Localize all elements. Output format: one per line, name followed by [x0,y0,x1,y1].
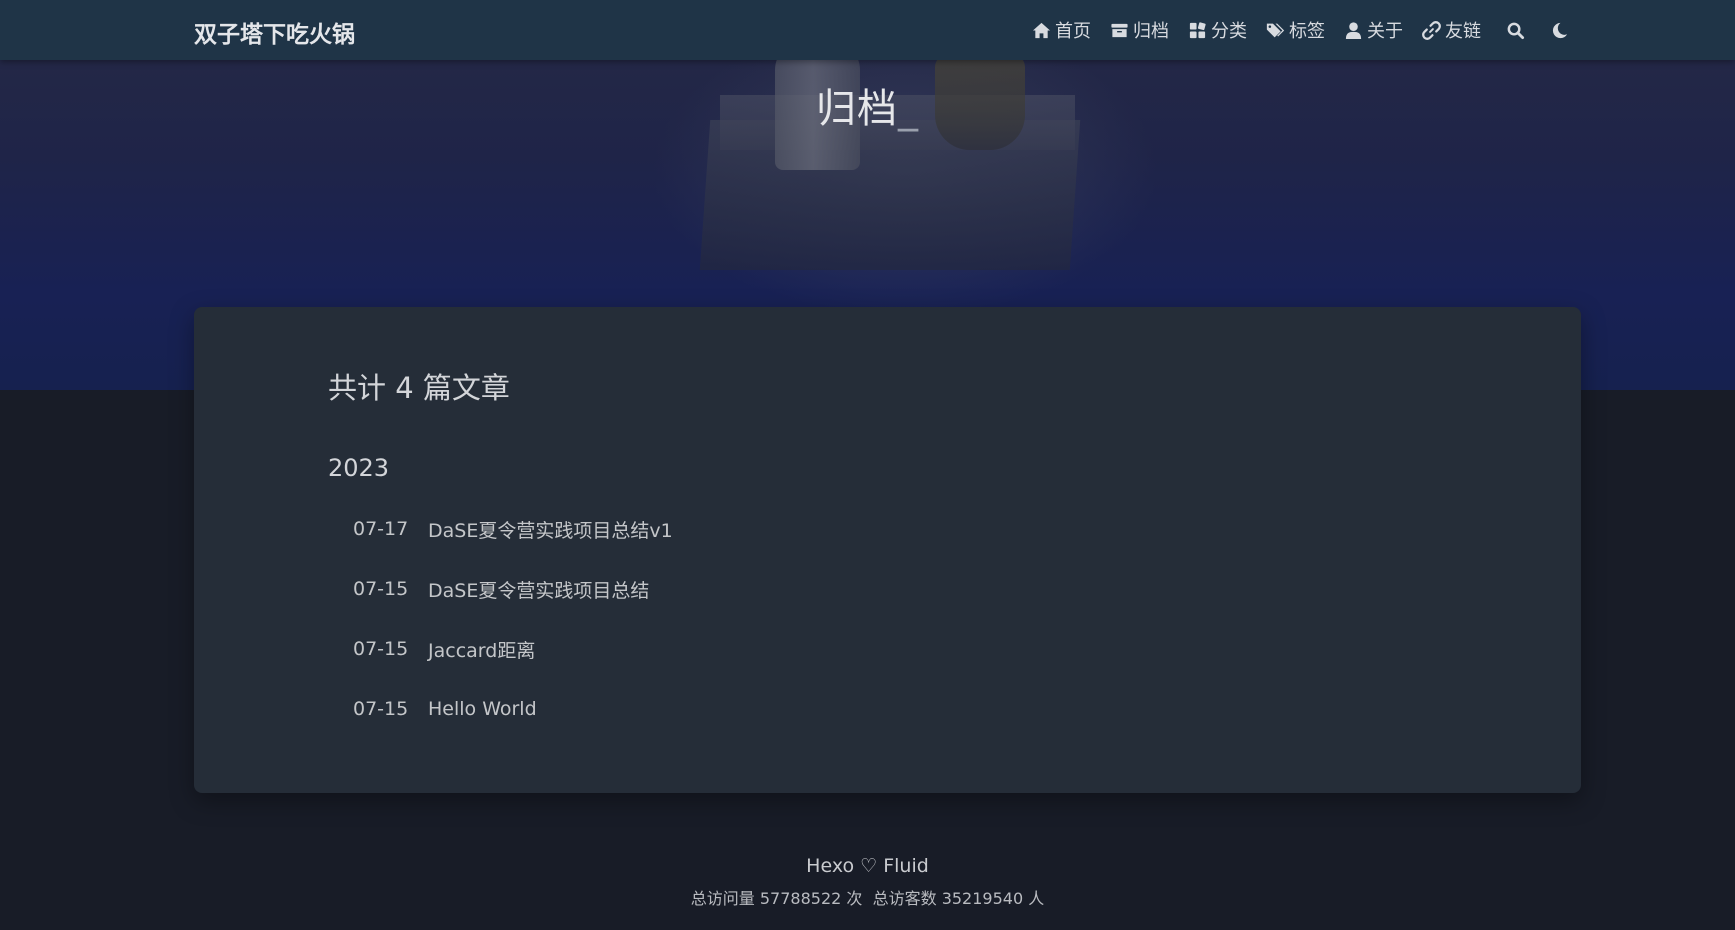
nav-item-about[interactable]: 关于 [1344,17,1403,43]
post-title-link[interactable]: DaSE夏令营实践项目总结 [428,576,649,603]
nav-item-label: 归档 [1133,21,1169,42]
category-icon [1189,21,1206,38]
uv-count: 35219540 [941,889,1024,908]
nav-item-archive[interactable]: 归档 [1110,17,1169,43]
nav-item-home[interactable]: 首页 [1032,17,1091,43]
nav-item-label: 关于 [1367,21,1403,42]
post-date: 07-15 [353,578,409,600]
post-date: 07-17 [353,518,409,540]
powered-by[interactable]: Hexo ♡ Fluid [0,855,1735,877]
search-button[interactable] [1506,21,1525,40]
nav-item-label: 首页 [1055,21,1091,42]
post-title-link[interactable]: Jaccard距离 [428,636,535,663]
site-brand[interactable]: 双子塔下吃火锅 [194,15,355,49]
nav-item-label: 分类 [1211,21,1247,42]
pv-label: 总访问量 [690,889,755,908]
link-icon [1422,20,1441,40]
uv-label: 总访客数 [872,889,937,908]
archive-content: 共计 4 篇文章 2023 07-17 DaSE夏令营实践项目总结v1 07-1… [328,365,1541,739]
post-title-link[interactable]: Hello World [428,698,537,720]
post-title-link[interactable]: DaSE夏令营实践项目总结v1 [428,516,673,543]
nav-item-tags[interactable]: 标签 [1266,17,1325,43]
pv-unit: 次 [846,889,863,908]
post-list: 07-17 DaSE夏令营实践项目总结v1 07-15 DaSE夏令营实践项目总… [328,499,1541,739]
list-item[interactable]: 07-15 Jaccard距离 [328,619,1541,679]
search-icon [1507,22,1525,39]
uv-unit: 人 [1028,889,1045,908]
page-title: 归档_ [0,76,1735,134]
list-item[interactable]: 07-17 DaSE夏令营实践项目总结v1 [328,499,1541,559]
nav-item-label: 友链 [1445,21,1481,42]
nav-item-links[interactable]: 友链 [1422,17,1481,43]
list-item[interactable]: 07-15 Hello World [328,679,1541,739]
post-date: 07-15 [353,698,409,720]
post-count: 共计 4 篇文章 [328,371,510,405]
theme-toggle-button[interactable] [1550,21,1569,40]
nav-item-label: 标签 [1289,21,1325,42]
post-date: 07-15 [353,638,409,660]
nav-menu: 首页 归档 分类 标签 关于 友链 [1032,17,1569,43]
pv-count: 57788522 [759,889,842,908]
archive-year: 2023 [328,454,390,482]
list-item[interactable]: 07-15 DaSE夏令营实践项目总结 [328,559,1541,619]
archive-card: 共计 4 篇文章 2023 07-17 DaSE夏令营实践项目总结v1 07-1… [194,307,1581,793]
page-title-text: 归档 [816,86,898,132]
footer: Hexo ♡ Fluid 总访问量 57788522 次 总访客数 352195… [0,855,1735,909]
navbar: 双子塔下吃火锅 首页 归档 分类 标签 关于 友链 [0,0,1735,60]
tags-icon [1266,23,1285,37]
home-icon [1032,22,1051,38]
user-icon [1345,21,1362,39]
typing-cursor: _ [898,86,919,132]
visit-stats: 总访问量 57788522 次 总访客数 35219540 人 [0,885,1735,909]
archive-icon [1111,23,1128,37]
moon-icon [1552,22,1568,38]
nav-item-categories[interactable]: 分类 [1188,17,1247,43]
